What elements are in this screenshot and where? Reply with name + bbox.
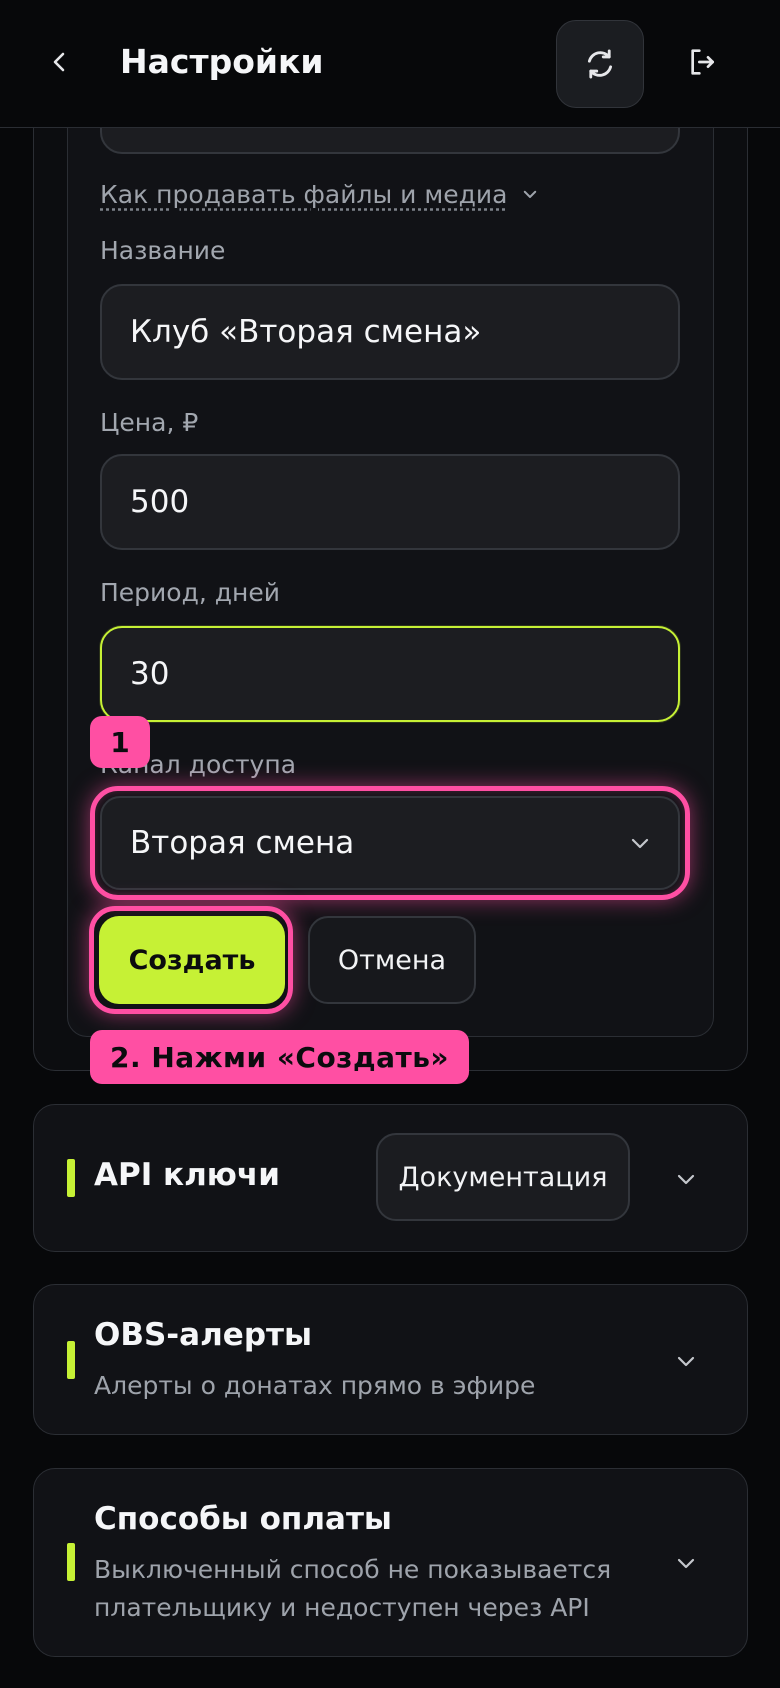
expand-button[interactable] (664, 1157, 708, 1201)
accent-bar (67, 1341, 75, 1379)
section-title: OBS-алерты (94, 1317, 313, 1353)
expand-button[interactable] (664, 1339, 708, 1383)
logout-icon (691, 49, 714, 75)
section-obs-alerts[interactable]: OBS-алерты Алерты о донатах прямо в эфир… (33, 1284, 748, 1435)
cancel-button[interactable]: Отмена (308, 916, 476, 1004)
price-input[interactable]: 500 (100, 454, 680, 550)
channel-select-value: Вторая смена (130, 825, 355, 861)
top-bar: Настройки (0, 0, 780, 128)
expand-button[interactable] (664, 1541, 708, 1585)
section-description-line-2: плательщику и недоступен через API (94, 1593, 590, 1622)
refresh-button[interactable] (556, 20, 644, 108)
section-title: API ключи (94, 1157, 280, 1193)
back-button[interactable] (38, 40, 82, 84)
accent-bar (67, 1543, 75, 1581)
documentation-button[interactable]: Документация (376, 1133, 630, 1221)
period-input[interactable]: 30 (100, 626, 680, 722)
logout-button[interactable] (680, 40, 724, 84)
section-payment-methods[interactable]: Способы оплаты Выключенный способ не пок… (33, 1468, 748, 1657)
step-2-hint: 2. Нажми «Создать» (90, 1030, 469, 1084)
chevron-down-icon (524, 190, 537, 198)
name-input[interactable]: Клуб «Вторая смена» (100, 284, 680, 380)
chevron-down-icon (677, 1174, 695, 1185)
media-help-link[interactable]: Как продавать файлы и медиа (100, 176, 539, 212)
section-description-line-1: Выключенный способ не показывается (94, 1555, 612, 1584)
chevron-down-icon (677, 1558, 695, 1569)
channel-select[interactable]: Вторая смена (100, 796, 680, 890)
period-label: Период, дней (100, 578, 281, 607)
name-label: Название (100, 236, 226, 265)
chevron-down-icon (677, 1356, 695, 1367)
chevron-left-icon (53, 52, 65, 72)
section-api-keys[interactable]: API ключи Документация (33, 1104, 748, 1252)
section-title: Способы оплаты (94, 1501, 392, 1537)
chevron-down-icon (631, 838, 649, 849)
refresh-icon (587, 49, 613, 79)
media-help-link-label: Как продавать файлы и медиа (100, 179, 508, 209)
price-label: Цена, ₽ (100, 408, 199, 437)
accent-bar (67, 1159, 75, 1197)
create-button[interactable]: Создать (99, 916, 285, 1004)
section-description: Алерты о донатах прямо в эфире (94, 1371, 536, 1400)
page-title: Настройки (120, 42, 324, 81)
settings-page: Настройки Как продавать файлы и медиа На… (0, 0, 780, 1688)
step-1-badge: 1 (90, 716, 150, 768)
